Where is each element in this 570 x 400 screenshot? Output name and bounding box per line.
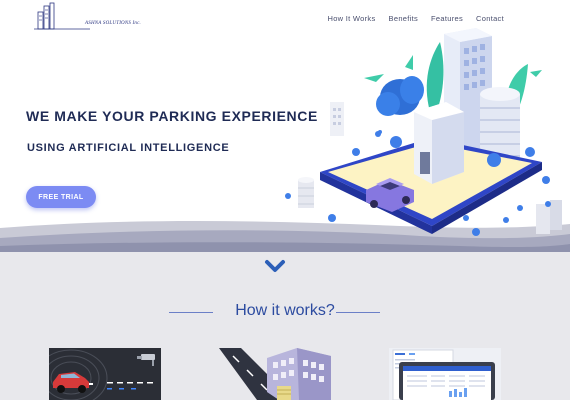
car-detection-image: [49, 348, 161, 400]
hero-subheadline: USING ARTIFICIAL INTELLIGENCE: [27, 142, 230, 154]
smart-city-parking-illustration: [285, 28, 562, 236]
brand-logo[interactable]: ASHNA SOLUTIONS Inc.: [32, 2, 141, 32]
analytics-dashboard-image: [389, 348, 501, 400]
how-it-works-section: How it works?: [0, 252, 570, 400]
hero-headline: WE MAKE YOUR PARKING EXPERIENCE: [26, 108, 318, 124]
brand-name: ASHNA SOLUTIONS Inc.: [85, 21, 141, 26]
step-card-car-detection: [49, 348, 161, 400]
step-card-dashboard: [389, 348, 501, 400]
free-trial-button[interactable]: FREE TRIAL: [26, 186, 96, 208]
street-building-image: [219, 348, 331, 400]
how-it-works-title: How it works?: [235, 302, 335, 319]
building-logo-icon: [34, 2, 90, 30]
step-card-street-view: [219, 348, 331, 400]
section-heading: How it works?: [0, 302, 570, 322]
heading-divider-right: [336, 312, 380, 313]
hero-section: ASHNA SOLUTIONS Inc. How It Works Benefi…: [0, 0, 570, 252]
chevron-down-icon[interactable]: [264, 259, 286, 273]
